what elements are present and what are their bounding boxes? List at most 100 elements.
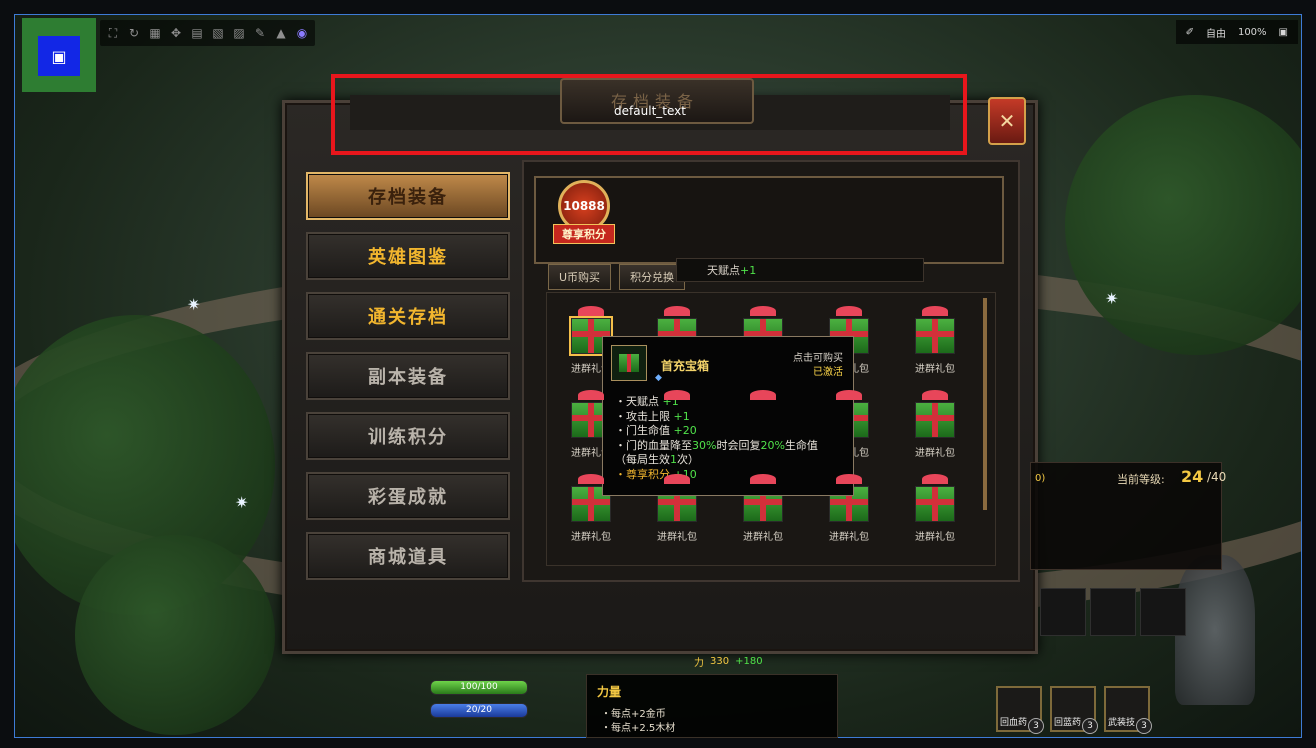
menu-item-training-points[interactable]: 训练积分 [306,412,510,460]
lamp-icon: ✷ [1105,289,1119,308]
close-button[interactable]: ✕ [988,97,1026,145]
inventory-slot[interactable] [1040,588,1086,636]
lamp-icon: ✷ [235,493,249,512]
tab-ubuy[interactable]: U币购买 [548,264,612,290]
tooltip-line: （每局生效1次） [615,453,699,466]
strength-stat: 力 330 +180 [694,654,763,669]
level-fragment: 0) [1035,473,1046,484]
item-tooltip: ◆ 首充宝箱 点击可购买 已激活 ・天赋点 +1 ・攻击上限 +1 ・门生命值 … [602,336,854,496]
item-slot-heal[interactable]: 回血药 3 [996,686,1044,734]
points-medal: 10888 尊享积分 [542,180,626,250]
gift-icon [915,402,955,438]
strength-tooltip: 力量 ・每点+2金币 ・每点+2.5木材 [586,674,838,738]
editor-toolbar: ⛶ ↻ ▦ ✥ ▤ ▧ ▨ ✎ ▲ ◉ [100,20,315,46]
menu-item-shop-items[interactable]: 商城道具 [306,532,510,580]
close-icon: ✕ [998,109,1016,133]
mp-bar: 20/20 [430,703,528,718]
talent-strip: 天赋点 +1 [676,258,924,282]
diamond-icon: ◆ [655,373,662,383]
gift-label: 进群礼包 [657,532,697,543]
gift-icon [922,474,948,484]
chest-icon: ▣ [38,36,80,76]
gift-icon [836,474,862,484]
menu-item-easter-eggs[interactable]: 彩蛋成就 [306,472,510,520]
gift-icon [750,306,776,316]
mode-label[interactable]: 自由 [1206,25,1226,40]
gift-label: 进群礼包 [915,532,955,543]
level-value: 24 [1181,467,1204,486]
gift-icon [611,345,647,381]
gift-icon [750,474,776,484]
record-icon[interactable]: ◉ [295,26,309,40]
tooltip-line: ・门的血量降至30%时会回复20%生命值 [615,438,818,452]
gift-label: 进群礼包 [915,448,955,459]
fullscreen-icon[interactable]: ⛶ [106,26,120,41]
menu-item-hero-codex[interactable]: 英雄图鉴 [306,232,510,280]
gift-icon [922,306,948,316]
tooltip-buy-hint: 点击可购买 [793,353,843,364]
gift-icon [836,390,862,400]
grid-scrollbar[interactable] [983,298,987,510]
gift-label: 进群礼包 [829,532,869,543]
talent-plus: +1 [740,263,757,277]
gift-pack-item[interactable]: 进群礼包 [898,306,972,384]
gift-icon [578,474,604,484]
strength-value: 330 [710,656,730,667]
gift-icon [915,318,955,354]
move-icon[interactable]: ✥ [169,26,183,40]
gift-icon [664,390,690,400]
inventory-slot[interactable] [1090,588,1136,636]
talent-label: 天赋点 [707,264,740,277]
gift-pack-item[interactable]: 进群礼包 [898,390,972,468]
tooltip-title: 首充宝箱 [661,359,710,373]
view-controls: ✐ 自由 100% ▣ [1175,20,1298,44]
gift-label: 进群礼包 [571,532,611,543]
refresh-icon[interactable]: ↻ [127,26,141,40]
item-slot-mana[interactable]: 回蓝药 3 [1050,686,1098,734]
gift-icon [836,306,862,316]
zoom-label[interactable]: 100% [1238,27,1267,38]
app-logo[interactable]: ▣ [22,18,96,92]
inventory-slot[interactable] [1140,588,1186,636]
gift-icon [578,390,604,400]
level-max: /40 [1207,470,1227,484]
layer-icon[interactable]: ▧ [211,26,225,40]
brush-icon[interactable]: ✐ [1186,27,1194,38]
gift-icon [922,390,948,400]
item-bar: 回血药 3 回蓝药 3 武装技 3 [996,686,1152,734]
lamp-icon: ✷ [187,295,201,314]
tooltip-activated: 已激活 [813,367,843,378]
shop-tabs: U币购买 积分兑换 [548,264,686,290]
strength-line: ・每点+2金币 [601,709,666,720]
hp-bar: 100/100 [430,680,528,695]
terrain-icon[interactable]: ▲ [274,26,288,40]
gift-icon [915,486,955,522]
ruler-icon[interactable]: ✎ [253,26,267,40]
inventory-grid [1040,588,1186,636]
tooltip-line: ・门生命值 +20 [615,424,697,437]
menu-item-save-equipment[interactable]: 存档装备 [306,172,510,220]
strength-bonus: +180 [735,656,763,667]
menu-item-dungeon-equipment[interactable]: 副本装备 [306,352,510,400]
tooltip-line: ・天赋点 +1 [615,395,679,408]
gift-label: 进群礼包 [915,364,955,375]
strength-title: 力量 [597,685,622,699]
gift-icon [750,390,776,400]
level-label: 当前等级: [1117,473,1165,486]
layer-alt-icon[interactable]: ▨ [232,26,246,40]
points-label: 尊享积分 [553,224,615,244]
select-icon[interactable]: ▤ [190,26,204,40]
grid-icon[interactable]: ▦ [148,26,162,40]
strength-line: ・每点+2.5木材 [601,723,676,734]
layout-icon[interactable]: ▣ [1279,27,1288,38]
hero-bars: 100/100 20/20 [430,680,528,726]
category-menu: 存档装备 英雄图鉴 通关存档 副本装备 训练积分 彩蛋成就 商城道具 [306,172,510,592]
tooltip-lines: ・天赋点 +1 ・攻击上限 +1 ・门生命值 +20 ・门的血量降至30%时会回… [615,395,818,482]
level-panel: 0) 当前等级: 24 /40 [1030,462,1226,570]
strength-icon: 力 [694,658,704,669]
gift-pack-item[interactable]: 进群礼包 [898,474,972,552]
gift-icon [664,474,690,484]
dragon-statue [1175,555,1255,705]
item-slot-armor[interactable]: 武装技 3 [1104,686,1152,734]
menu-item-clear-save[interactable]: 通关存档 [306,292,510,340]
